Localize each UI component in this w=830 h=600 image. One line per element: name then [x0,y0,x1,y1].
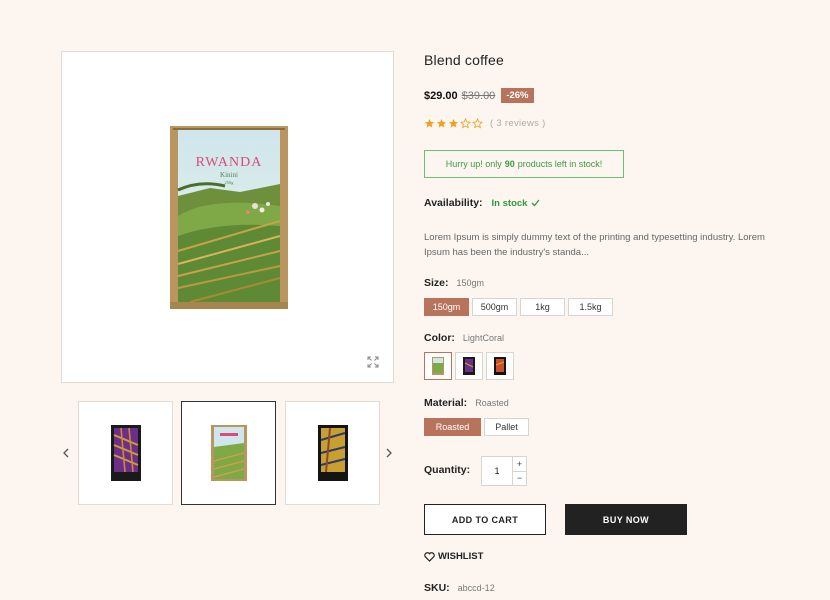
expand-icon[interactable] [361,350,385,374]
star-empty-icon [472,118,483,129]
availability-value: In stock [491,197,528,209]
size-label: Size: [424,277,449,289]
thumbnail-bag-purple [110,425,141,481]
size-label-row: Size: 150gm [424,277,484,289]
material-option-pallet[interactable]: Pallet [484,418,529,436]
stock-alert: Hurry up! only 90 products left in stock… [424,150,624,178]
quantity-label: Quantity: [424,464,471,476]
star-empty-icon [460,118,471,129]
product-title: Blend coffee [424,52,504,68]
color-swatch-red[interactable] [486,352,514,380]
thumbnail-2[interactable] [181,401,276,505]
color-label: Color: [424,332,455,344]
reviews-link[interactable]: ( 3 reviews ) [490,118,546,129]
star-filled-icon [436,118,447,128]
material-label-row: Material: Roasted [424,397,509,409]
material-options: Roasted Pallet [424,418,529,436]
star-filled-icon [448,118,459,128]
wishlist-button[interactable]: WISHLIST [424,551,483,562]
add-to-cart-button[interactable]: ADD TO CART [424,504,546,535]
heart-icon [424,551,435,562]
bag-weight-text: 250g [225,180,235,185]
stock-alert-suffix: products left in stock! [517,159,603,169]
size-option-150gm[interactable]: 150gm [424,298,469,316]
rating-row: ( 3 reviews ) [424,118,546,129]
quantity-stepper: 1 + − [481,456,527,486]
wishlist-label: WISHLIST [438,551,484,562]
current-price: $29.00 [424,89,458,102]
size-options: 150gm 500gm 1kg 1.5kg [424,298,613,316]
thumbnail-bag-gold [317,425,348,481]
thumbnail-bag-rwanda [210,425,247,481]
color-swatches [424,352,514,380]
material-selected: Roasted [475,398,509,408]
bag-brand-text: RWANDA [196,155,263,170]
sku-value: abccd-12 [457,583,495,593]
check-icon [531,199,540,207]
color-label-row: Color: LightCoral [424,332,504,344]
buy-now-button[interactable]: BUY NOW [565,504,687,535]
availability-status: In stock [492,198,541,209]
coffee-bag-image: RWANDA Kinini 250g [170,126,288,309]
material-option-roasted[interactable]: Roasted [424,418,481,436]
old-price: $39.00 [461,89,496,102]
size-option-1-5kg[interactable]: 1.5kg [568,298,613,316]
price-row: $29.00 $39.00 -26% [424,88,534,103]
stock-alert-count: 90 [504,159,515,169]
sku-row: SKU: abccd-12 [424,582,495,594]
thumb-next-icon[interactable] [382,446,396,460]
size-option-1kg[interactable]: 1kg [520,298,565,316]
color-swatch-purple[interactable] [455,352,483,380]
discount-badge: -26% [501,88,534,103]
sku-label: SKU: [424,582,450,594]
size-selected: 150gm [456,278,485,288]
stock-alert-prefix: Hurry up! only [445,159,502,169]
thumbnail-1[interactable] [78,401,173,505]
quantity-decrement-button[interactable]: − [513,472,526,486]
main-product-image[interactable]: RWANDA Kinini 250g [61,51,394,383]
size-option-500gm[interactable]: 500gm [472,298,517,316]
quantity-input[interactable]: 1 [482,457,513,485]
bag-name-text: Kinini [220,171,238,179]
thumb-prev-icon[interactable] [59,446,73,460]
material-label: Material: [424,397,468,409]
star-filled-icon [424,118,435,128]
quantity-label-row: Quantity: [424,464,470,476]
availability-label: Availability: [424,197,483,209]
availability-row: Availability: In stock [424,197,540,209]
color-swatch-green[interactable] [424,352,452,380]
quantity-increment-button[interactable]: + [513,457,526,472]
thumbnail-3[interactable] [285,401,380,505]
product-description: Lorem Ipsum is simply dummy text of the … [424,232,765,258]
color-selected: LightCoral [462,333,504,343]
